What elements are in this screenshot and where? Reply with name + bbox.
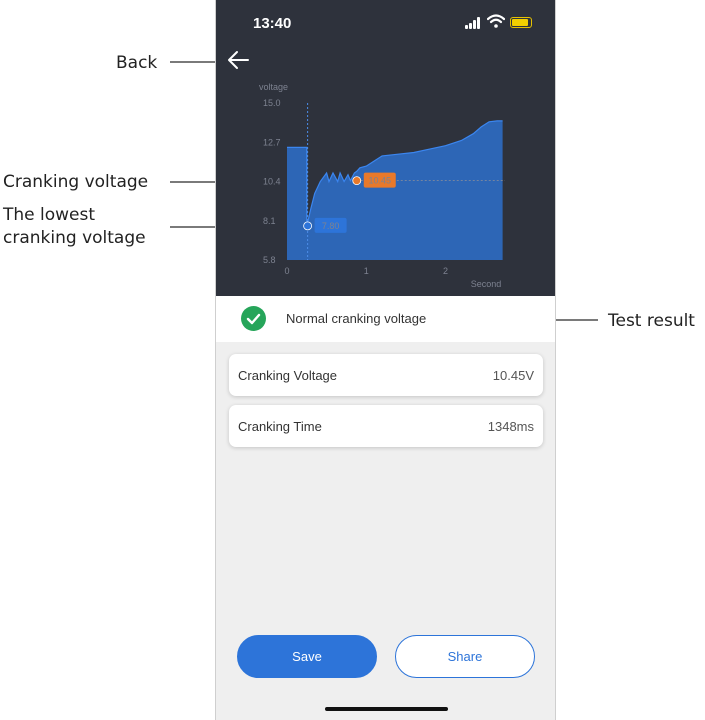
callout-lowest-line2: cranking voltage bbox=[3, 228, 146, 248]
cranking-voltage-tag-label: 10.45 bbox=[368, 176, 391, 186]
callout-lowest-line1: The lowest bbox=[3, 205, 96, 225]
voltage-area bbox=[287, 120, 503, 261]
cranking-voltage-card: Cranking Voltage 10.45V bbox=[229, 354, 543, 396]
y-tick-label: 15.0 bbox=[263, 98, 281, 108]
x-tick-label: 2 bbox=[443, 266, 448, 276]
callout-test-result: Test result bbox=[608, 311, 695, 331]
back-arrow-icon[interactable] bbox=[224, 48, 252, 72]
share-button[interactable]: Share bbox=[395, 635, 535, 678]
save-button[interactable]: Save bbox=[237, 635, 377, 678]
voltage-chart: voltage Second 15.0 12.7 10.4 8.1 5.8 0 1 2 10.45 7… bbox=[259, 82, 505, 289]
y-tick-label: 8.1 bbox=[263, 216, 276, 226]
x-tick-label: 1 bbox=[364, 266, 369, 276]
status-time: 13:40 bbox=[253, 15, 292, 32]
callout-cranking-voltage: Cranking voltage bbox=[3, 172, 149, 192]
cranking-voltage-point bbox=[352, 176, 362, 186]
cranking-time-card: Cranking Time 1348ms bbox=[229, 405, 543, 447]
test-result-text: Normal cranking voltage bbox=[286, 311, 427, 326]
check-circle-icon bbox=[241, 306, 266, 331]
y-tick-label: 5.8 bbox=[263, 255, 276, 265]
cranking-voltage-value: 10.45V bbox=[492, 368, 534, 383]
y-tick-label: 10.4 bbox=[263, 177, 281, 187]
x-tick-label: 0 bbox=[284, 266, 289, 276]
x-axis-label: Second bbox=[471, 279, 502, 289]
wifi-icon bbox=[487, 14, 505, 28]
y-axis-label: voltage bbox=[259, 82, 288, 92]
callout-back: Back bbox=[116, 53, 158, 73]
test-result-bar: Normal cranking voltage bbox=[216, 296, 555, 342]
status-icons bbox=[465, 14, 535, 29]
lowest-voltage-point bbox=[303, 221, 313, 231]
cranking-time-label: Cranking Time bbox=[238, 419, 322, 434]
chart-panel: 13:40 voltage Second 15.0 12.7 10.4 8.1 5.8 0 1 2… bbox=[216, 0, 555, 296]
cranking-time-value: 1348ms bbox=[487, 419, 534, 434]
y-tick-label: 12.7 bbox=[263, 137, 281, 147]
battery-icon bbox=[510, 17, 532, 28]
phone-screen: 13:40 voltage Second 15.0 12.7 10.4 8.1 5.8 0 1 2… bbox=[215, 0, 556, 720]
cranking-voltage-label: Cranking Voltage bbox=[238, 368, 338, 383]
home-indicator[interactable] bbox=[325, 707, 448, 711]
lowest-voltage-tag-label: 7.80 bbox=[322, 221, 340, 231]
